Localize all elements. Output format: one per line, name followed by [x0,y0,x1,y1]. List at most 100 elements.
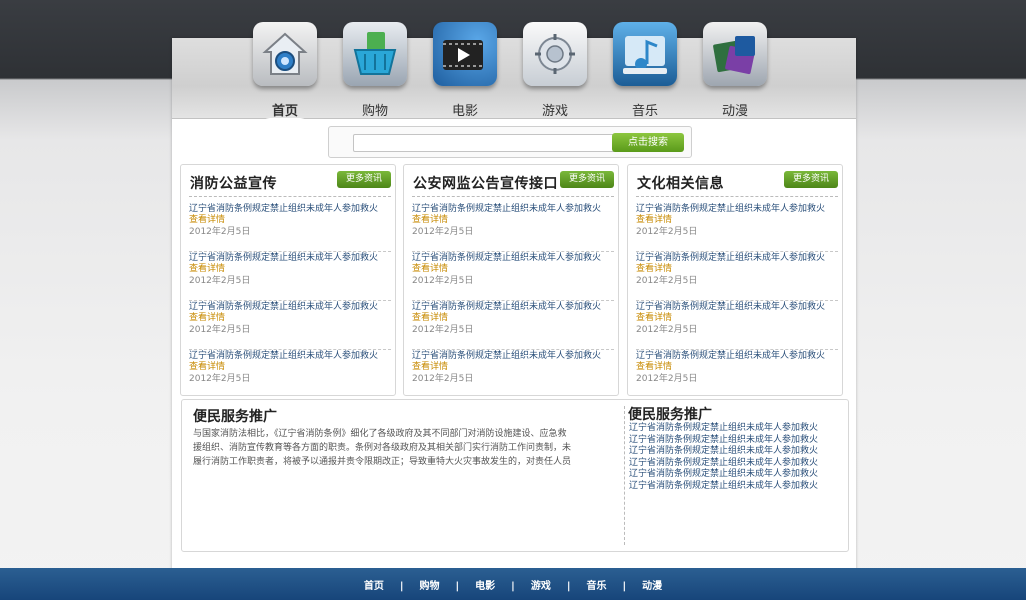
list-item: 辽宁省消防条例规定禁止组织未成年人参加救火 查看详情 2012年2月5日 [189,203,391,252]
gamepad-icon [523,22,587,86]
service-link[interactable]: 辽宁省消防条例规定禁止组织未成年人参加救火 [629,469,818,481]
nav-item-game[interactable]: 游戏 [512,22,598,119]
footer-link-anime[interactable]: 动漫 [642,581,662,592]
more-news-button[interactable]: 更多资讯 [337,171,391,188]
news-title-link[interactable]: 辽宁省消防条例规定禁止组织未成年人参加救火 [189,350,391,362]
divider [412,196,614,197]
footer-separator: | [455,581,460,592]
film-icon [433,22,497,86]
news-date: 2012年2月5日 [412,276,474,286]
nav-item-shopping[interactable]: 购物 [332,22,418,119]
footer-link-game[interactable]: 游戏 [531,581,551,592]
service-link-list: 辽宁省消防条例规定禁止组织未成年人参加救火 辽宁省消防条例规定禁止组织未成年人参… [629,423,818,492]
news-title-link[interactable]: 辽宁省消防条例规定禁止组织未成年人参加救火 [412,252,614,264]
news-date: 2012年2月5日 [636,227,698,237]
nav-label: 电影 [451,104,478,119]
search-bar: 点击搜索 [328,126,692,158]
footer-link-movie[interactable]: 电影 [475,581,495,592]
view-detail-link[interactable]: 查看详情 [189,362,391,373]
view-detail-link[interactable]: 查看详情 [636,215,838,226]
view-detail-link[interactable]: 查看详情 [412,215,614,226]
news-list: 辽宁省消防条例规定禁止组织未成年人参加救火 查看详情 2012年2月5日 辽宁省消防… [636,203,838,398]
news-title-link[interactable]: 辽宁省消防条例规定禁止组织未成年人参加救火 [636,203,838,215]
news-title-link[interactable]: 辽宁省消防条例规定禁止组织未成年人参加救火 [636,301,838,313]
news-date: 2012年2月5日 [189,276,251,286]
footer-links: 首页 | 购物 | 电影 | 游戏 | 音乐 | 动漫 [0,574,1026,593]
panel-title: 消防公益宣传 [190,176,277,192]
list-item: 辽宁省消防条例规定禁止组织未成年人参加救火 查看详情 2012年2月5日 [412,203,614,252]
service-links-title: 便民服务推广 [628,407,712,423]
list-item: 辽宁省消防条例规定禁止组织未成年人参加救火 查看详情 2012年2月5日 [636,252,838,301]
footer-separator: | [399,581,404,592]
service-link[interactable]: 辽宁省消防条例规定禁止组织未成年人参加救火 [629,435,818,447]
footer-separator: | [511,581,515,592]
news-title-link[interactable]: 辽宁省消防条例规定禁止组织未成年人参加救火 [189,203,391,215]
view-detail-link[interactable]: 查看详情 [189,215,391,226]
divider [189,196,391,197]
nav-label: 首页 [271,104,298,119]
panel-culture-info: 文化相关信息 更多资讯 辽宁省消防条例规定禁止组织未成年人参加救火 查看详情 201… [627,164,843,396]
news-list: 辽宁省消防条例规定禁止组织未成年人参加救火 查看详情 2012年2月5日 辽宁省消防… [412,203,614,398]
footer-separator: | [622,581,627,592]
list-item: 辽宁省消防条例规定禁止组织未成年人参加救火 查看详情 2012年2月5日 [189,350,391,398]
more-news-button[interactable]: 更多资讯 [560,171,614,188]
search-input[interactable] [353,134,621,152]
news-title-link[interactable]: 辽宁省消防条例规定禁止组织未成年人参加救火 [412,350,614,362]
service-link[interactable]: 辽宁省消防条例规定禁止组织未成年人参加救火 [629,481,818,493]
panel-title: 公安网监公告宣传接口 [413,176,558,192]
news-title-link[interactable]: 辽宁省消防条例规定禁止组织未成年人参加救火 [636,252,838,264]
list-item: 辽宁省消防条例规定禁止组织未成年人参加救火 查看详情 2012年2月5日 [189,252,391,301]
view-detail-link[interactable]: 查看详情 [636,313,838,324]
news-title-link[interactable]: 辽宁省消防条例规定禁止组织未成年人参加救火 [636,350,838,362]
list-item: 辽宁省消防条例规定禁止组织未成年人参加救火 查看详情 2012年2月5日 [636,203,838,252]
list-item: 辽宁省消防条例规定禁止组织未成年人参加救火 查看详情 2012年2月5日 [412,350,614,398]
nav-item-home[interactable]: 首页 [242,22,328,128]
view-detail-link[interactable]: 查看详情 [412,264,614,275]
panel-fire-safety: 消防公益宣传 更多资讯 辽宁省消防条例规定禁止组织未成年人参加救火 查看详情 201… [180,164,396,396]
news-date: 2012年2月5日 [412,325,474,335]
service-link[interactable]: 辽宁省消防条例规定禁止组织未成年人参加救火 [629,446,818,458]
view-detail-link[interactable]: 查看详情 [412,362,614,373]
news-date: 2012年2月5日 [189,374,251,384]
search-button[interactable]: 点击搜索 [612,133,684,152]
news-date: 2012年2月5日 [636,325,698,335]
view-detail-link[interactable]: 查看详情 [189,313,391,324]
view-detail-link[interactable]: 查看详情 [636,264,838,275]
news-title-link[interactable]: 辽宁省消防条例规定禁止组织未成年人参加救火 [189,252,391,264]
list-item: 辽宁省消防条例规定禁止组织未成年人参加救火 查看详情 2012年2月5日 [412,301,614,350]
news-title-link[interactable]: 辽宁省消防条例规定禁止组织未成年人参加救火 [412,301,614,313]
view-detail-link[interactable]: 查看详情 [189,264,391,275]
service-section: 便民服务推广 与国家消防法相比，《辽宁省消防条例》细化了各级政府及其不同部门对消… [181,399,849,552]
news-date: 2012年2月5日 [189,227,251,237]
view-detail-link[interactable]: 查看详情 [412,313,614,324]
nav-item-music[interactable]: 音乐 [602,22,688,119]
footer-link-music[interactable]: 音乐 [586,581,606,592]
service-link[interactable]: 辽宁省消防条例规定禁止组织未成年人参加救火 [629,458,818,470]
anime-icon [703,22,767,86]
footer-link-home[interactable]: 首页 [364,581,384,592]
divider [624,406,625,545]
shopping-basket-icon [343,22,407,86]
footer-link-shopping[interactable]: 购物 [420,581,440,592]
more-news-button[interactable]: 更多资讯 [784,171,838,188]
nav-item-anime[interactable]: 动漫 [692,22,778,119]
main-frame: 首页 购物 电影 游戏 音乐 动漫 点击搜索 消防公益宣传 更多资讯 辽宁省消防… [172,22,856,572]
news-date: 2012年2月5日 [412,227,474,237]
news-title-link[interactable]: 辽宁省消防条例规定禁止组织未成年人参加救火 [189,301,391,313]
footer-separator: | [566,581,571,592]
panel-police-notice: 公安网监公告宣传接口 更多资讯 辽宁省消防条例规定禁止组织未成年人参加救火 查看详… [403,164,619,396]
nav-label: 游戏 [541,104,568,119]
news-list: 辽宁省消防条例规定禁止组织未成年人参加救火 查看详情 2012年2月5日 辽宁省消防… [189,203,391,398]
nav-label: 音乐 [631,104,658,119]
nav-label: 动漫 [721,104,748,119]
view-detail-link[interactable]: 查看详情 [636,362,838,373]
list-item: 辽宁省消防条例规定禁止组织未成年人参加救火 查看详情 2012年2月5日 [636,301,838,350]
nav-label: 购物 [361,104,388,119]
nav-item-movie[interactable]: 电影 [422,22,508,119]
service-link[interactable]: 辽宁省消防条例规定禁止组织未成年人参加救火 [629,423,818,435]
divider [636,196,838,197]
news-title-link[interactable]: 辽宁省消防条例规定禁止组织未成年人参加救火 [412,203,614,215]
panel-title: 文化相关信息 [637,176,724,192]
news-date: 2012年2月5日 [412,374,474,384]
news-date: 2012年2月5日 [189,325,251,335]
